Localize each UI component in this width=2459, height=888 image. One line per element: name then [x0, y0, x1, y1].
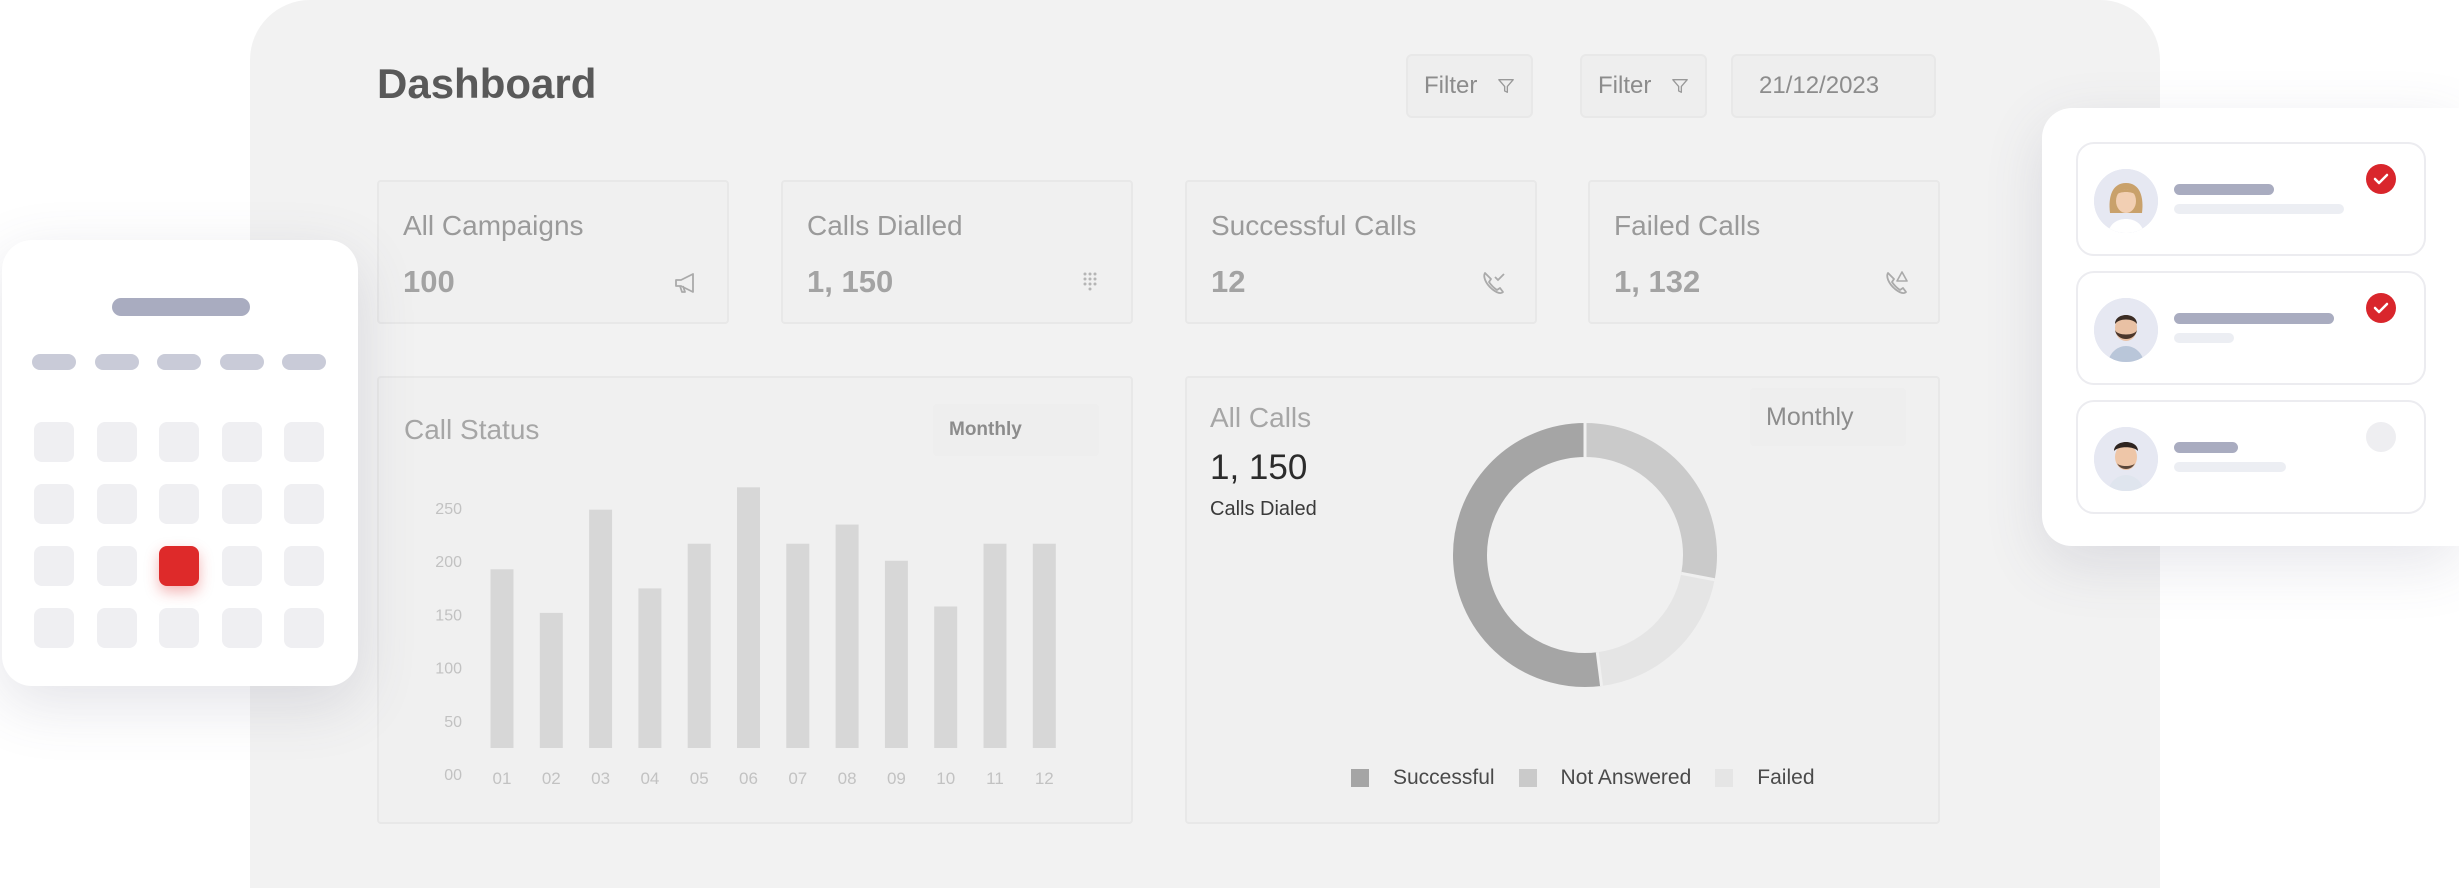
donut-legend: Successful Not Answered Failed [1351, 766, 1815, 790]
contact-name-placeholder [2174, 442, 2238, 453]
man-avatar [2094, 427, 2158, 491]
bar-12[interactable] [1032, 543, 1056, 748]
calendar-weekday-placeholder [157, 354, 201, 370]
calendar-day-cell[interactable] [159, 608, 199, 648]
calendar-weekday-placeholder [32, 354, 76, 370]
legend-swatch-successful [1351, 769, 1369, 787]
woman-avatar [2094, 169, 2158, 233]
calendar-widget [2, 240, 358, 686]
x-tick-label: 05 [690, 769, 709, 788]
legend-swatch-not-answered [1518, 769, 1537, 787]
calendar-day-cell[interactable] [222, 546, 262, 586]
all-calls-period-select[interactable]: Monthly [1750, 388, 1906, 446]
calendar-month-placeholder [112, 298, 250, 316]
all-calls-donut-chart [1453, 423, 1717, 687]
calendar-day-cell[interactable] [222, 608, 262, 648]
x-tick-label: 02 [542, 769, 561, 788]
bar-03[interactable] [589, 509, 613, 748]
calendar-day-cell[interactable] [97, 484, 137, 524]
y-tick-label: 00 [444, 767, 462, 784]
bearded-man-avatar [2094, 298, 2158, 362]
bar-01[interactable] [490, 569, 514, 748]
y-tick-label: 250 [435, 501, 462, 518]
y-tick-label: 50 [444, 714, 462, 731]
calendar-day-cell[interactable] [284, 608, 324, 648]
calendar-weekday-placeholder [220, 354, 264, 370]
all-calls-title: All Calls [1210, 402, 1312, 433]
x-tick-label: 08 [838, 769, 857, 788]
x-tick-label: 09 [887, 769, 906, 788]
contact-row[interactable] [2076, 142, 2426, 256]
legend-label-failed: Failed [1757, 766, 1815, 789]
legend-label-not-answered: Not Answered [1560, 766, 1692, 789]
unchecked-icon[interactable] [2366, 422, 2396, 452]
bar-07[interactable] [786, 543, 810, 748]
legend-swatch-failed [1715, 769, 1734, 787]
bar-05[interactable] [687, 543, 711, 748]
calls-dialed-label: Calls Dialed [1210, 498, 1317, 520]
x-tick-label: 06 [739, 769, 758, 788]
contact-detail-placeholder [2174, 462, 2286, 472]
bar-11[interactable] [983, 543, 1007, 748]
bar-02[interactable] [539, 612, 563, 748]
contact-name-placeholder [2174, 184, 2274, 195]
x-tick-label: 03 [591, 769, 610, 788]
bar-09[interactable] [884, 560, 908, 748]
calendar-day-cell[interactable] [159, 422, 199, 462]
y-tick-label: 200 [435, 554, 462, 571]
calls-dialed-total: 1, 150 [1210, 448, 1308, 487]
contact-name-placeholder [2174, 313, 2334, 324]
calendar-day-cell[interactable] [34, 422, 74, 462]
calendar-weekday-placeholder [95, 354, 139, 370]
contact-row[interactable] [2076, 271, 2426, 385]
bar-06[interactable] [737, 487, 760, 748]
x-tick-label: 01 [493, 769, 512, 788]
calendar-day-cell[interactable] [222, 422, 262, 462]
donut-slice-successful[interactable] [1453, 423, 1602, 687]
x-tick-label: 11 [986, 769, 1004, 788]
contact-detail-placeholder [2174, 333, 2234, 343]
contact-row[interactable] [2076, 400, 2426, 514]
calendar-weekday-placeholder [282, 354, 326, 370]
calendar-day-cell[interactable] [97, 608, 137, 648]
y-tick-label: 100 [435, 661, 462, 678]
contact-detail-placeholder [2174, 204, 2344, 214]
x-tick-label: 12 [1035, 769, 1054, 788]
bar-08[interactable] [835, 524, 859, 748]
calendar-day-cell[interactable] [159, 484, 199, 524]
calendar-day-cell[interactable] [159, 546, 199, 586]
calendar-day-cell[interactable] [34, 546, 74, 586]
x-tick-label: 10 [936, 769, 955, 788]
calendar-day-cell[interactable] [284, 422, 324, 462]
calendar-day-cell[interactable] [222, 484, 262, 524]
calendar-day-cell[interactable] [97, 546, 137, 586]
x-tick-label: 04 [640, 769, 659, 788]
y-tick-label: 150 [435, 607, 462, 624]
donut-slice-failed[interactable] [1596, 572, 1715, 686]
calendar-day-cell[interactable] [284, 546, 324, 586]
x-tick-label: 07 [788, 769, 807, 788]
contacts-widget [2042, 108, 2459, 546]
calendar-day-cell[interactable] [34, 484, 74, 524]
calendar-day-cell[interactable] [97, 422, 137, 462]
donut-slice-not-answered[interactable] [1584, 423, 1717, 580]
bar-10[interactable] [934, 606, 958, 748]
bar-04[interactable] [638, 588, 662, 748]
checked-icon[interactable] [2366, 293, 2396, 323]
calendar-day-cell[interactable] [34, 608, 74, 648]
checked-icon[interactable] [2366, 164, 2396, 194]
calendar-day-cell[interactable] [284, 484, 324, 524]
legend-label-successful: Successful [1393, 766, 1495, 789]
